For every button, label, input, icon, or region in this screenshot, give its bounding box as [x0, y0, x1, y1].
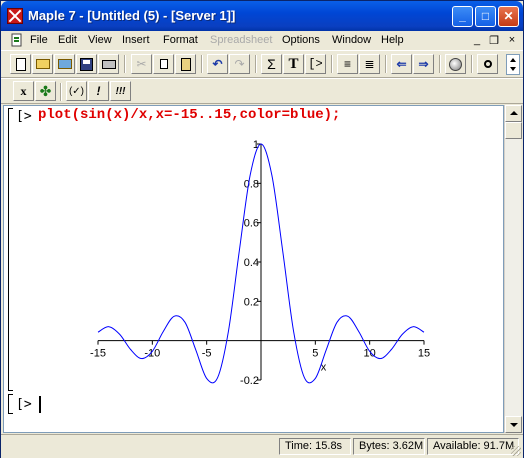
window-title: Maple 7 - [Untitled (5) - [Server 1]]	[28, 8, 236, 23]
x-tick-label: 15	[418, 348, 430, 360]
status-available: Available: 91.7M	[427, 438, 519, 455]
status-bytes: Bytes: 3.62M	[353, 438, 425, 455]
eval-check-icon[interactable]: (✓)	[66, 81, 87, 101]
scroll-thumb[interactable]	[505, 122, 522, 139]
title-bar[interactable]: Maple 7 - [Untitled (5) - [Server 1]] _ …	[1, 1, 523, 31]
toolbar-separator	[439, 55, 441, 73]
back-arrow-icon[interactable]: ⇐	[391, 54, 412, 74]
maple-app-icon[interactable]	[7, 8, 23, 24]
input-prompt: [>	[16, 109, 32, 124]
status-time: Time: 15.8s	[279, 438, 351, 455]
redo-icon[interactable]: ↷	[229, 54, 250, 74]
resize-grip-icon[interactable]	[511, 446, 521, 456]
execution-group-bracket[interactable]	[8, 108, 13, 391]
vertical-scrollbar[interactable]	[504, 105, 522, 433]
y-tick-label: 0.2	[244, 296, 259, 308]
scroll-up-icon[interactable]	[505, 105, 522, 122]
maple-leaf-icon[interactable]: ✤	[35, 81, 56, 101]
toolbar-separator	[385, 55, 387, 73]
doc-minimize-button[interactable]: _	[470, 34, 484, 46]
menu-help[interactable]: Help	[381, 34, 404, 46]
sigma-icon[interactable]: Σ	[261, 54, 282, 74]
execution-group-bracket[interactable]	[8, 394, 13, 414]
toolbar-separator	[331, 55, 333, 73]
main-toolbar: ✂ ↶ ↷ Σ T [> ≡ ≣ ⇐ ⇒	[1, 50, 523, 78]
menu-insert[interactable]: Insert	[122, 34, 150, 46]
execute-all-icon[interactable]: !!!	[110, 81, 131, 101]
doc-restore-button[interactable]: ❐	[487, 34, 501, 47]
document-system-icon[interactable]	[10, 33, 24, 47]
context-toolbar: x ✤ (✓) ! !!!	[1, 78, 523, 104]
y-tick-label: 0.6	[244, 218, 259, 230]
toolbar-separator	[255, 55, 257, 73]
outdent-icon[interactable]: ≣	[359, 54, 380, 74]
prompt-icon[interactable]: [>	[305, 54, 326, 74]
menu-window[interactable]: Window	[332, 34, 371, 46]
menu-format[interactable]: Format	[163, 34, 198, 46]
copy-icon[interactable]	[153, 54, 174, 74]
doc-close-button[interactable]: ×	[505, 34, 519, 46]
menu-view[interactable]: View	[88, 34, 112, 46]
minimize-button[interactable]: _	[452, 6, 473, 27]
x-tick-label: -5	[202, 348, 212, 360]
stop-icon[interactable]	[445, 54, 466, 74]
text-T-icon[interactable]: T	[283, 54, 304, 74]
forward-arrow-icon[interactable]: ⇒	[413, 54, 434, 74]
zoom-icon[interactable]	[477, 54, 498, 74]
menu-edit[interactable]: Edit	[58, 34, 77, 46]
open-url-icon[interactable]	[54, 54, 75, 74]
y-tick-label: 1	[253, 139, 259, 151]
toolbar-separator	[124, 55, 126, 73]
menu-spreadsheet[interactable]: Spreadsheet	[210, 34, 272, 46]
undo-icon[interactable]: ↶	[207, 54, 228, 74]
toolbar-separator	[471, 55, 473, 73]
text-cursor	[39, 396, 41, 413]
open-folder-icon[interactable]	[32, 54, 53, 74]
new-document-icon[interactable]	[10, 54, 31, 74]
scroll-down-icon[interactable]	[505, 416, 522, 433]
toolbar-separator	[201, 55, 203, 73]
x-tick-label: 10	[364, 348, 376, 360]
toolbar-separator	[60, 83, 62, 101]
plot-command-input[interactable]: plot(sin(x)/x,x=-15..15,color=blue);	[38, 107, 340, 123]
indent-icon[interactable]: ≡	[337, 54, 358, 74]
x-tick-label: 5	[312, 348, 318, 360]
menu-file[interactable]: File	[30, 34, 48, 46]
menu-bar: File Edit View Insert Format Spreadsheet…	[1, 31, 523, 50]
menu-options[interactable]: Options	[282, 34, 320, 46]
maple-x-icon[interactable]: x	[13, 81, 34, 101]
maple-window: Maple 7 - [Untitled (5) - [Server 1]] _ …	[0, 0, 524, 458]
sinc-plot[interactable]: -15 -10 -5 5 10 15-0.20.20.40.60.81x	[74, 136, 444, 386]
print-icon[interactable]	[98, 54, 119, 74]
y-tick-label: 0.8	[244, 178, 259, 190]
save-icon[interactable]	[76, 54, 97, 74]
execute-icon[interactable]: !	[88, 81, 109, 101]
worksheet-area[interactable]: [> plot(sin(x)/x,x=-15..15,color=blue); …	[3, 105, 504, 433]
y-tick-label: 0.4	[244, 257, 259, 269]
status-bar: Time: 15.8s Bytes: 3.62M Available: 91.7…	[1, 434, 523, 458]
paste-icon[interactable]	[175, 54, 196, 74]
x-tick-label: -15	[90, 348, 106, 360]
cut-icon[interactable]: ✂	[131, 54, 152, 74]
y-tick-label: -0.2	[240, 375, 259, 386]
input-prompt: [>	[16, 397, 32, 412]
close-button[interactable]: ✕	[498, 6, 519, 27]
zoom-dropdown-icon[interactable]	[506, 54, 520, 75]
maximize-button[interactable]: □	[475, 6, 496, 27]
x-tick-label: -10	[144, 348, 160, 360]
